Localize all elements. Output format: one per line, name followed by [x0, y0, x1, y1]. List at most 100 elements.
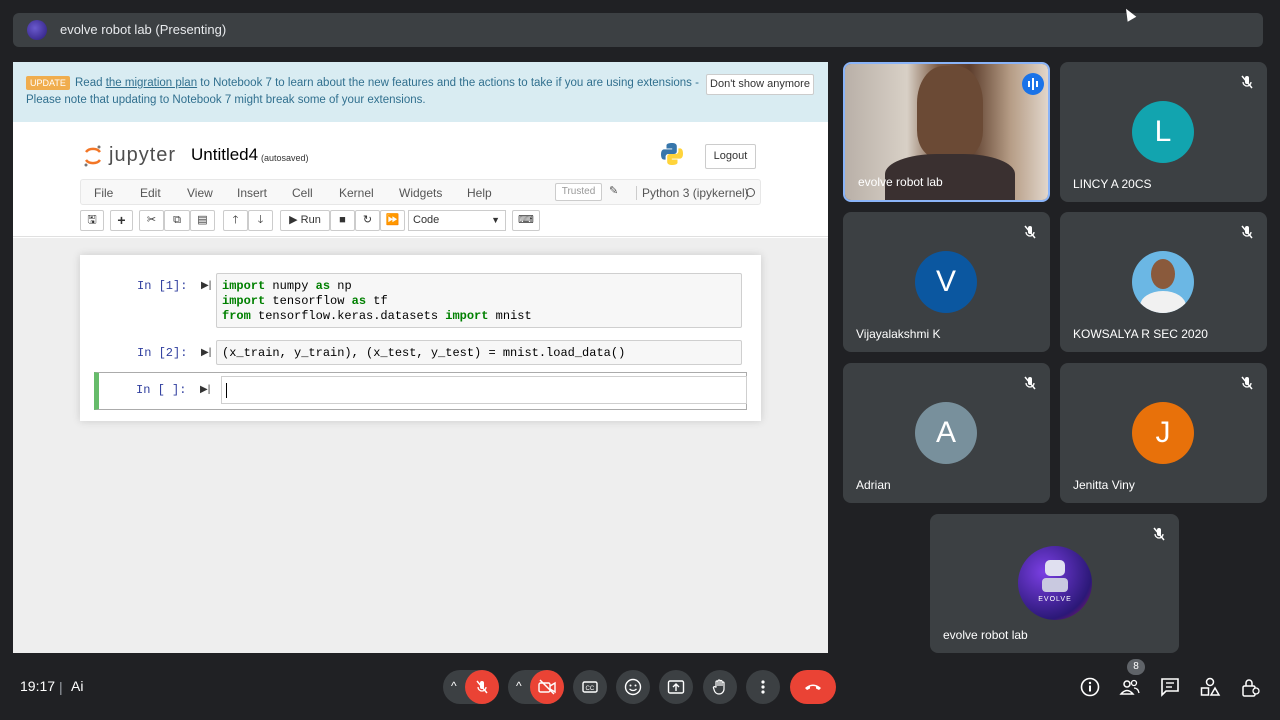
move-up-icon[interactable]: 🡑 [223, 210, 248, 231]
reactions-button[interactable] [616, 670, 650, 704]
activities-icon[interactable] [1199, 676, 1221, 698]
banner-text-cont: to Notebook 7 to learn about the new fea… [197, 77, 699, 89]
notebook-title[interactable]: Untitled4 [191, 145, 258, 165]
code-cell-3[interactable] [221, 376, 747, 404]
tile-adrian[interactable]: A Adrian [843, 363, 1050, 503]
cell-prompt: In [ ]: [136, 383, 187, 397]
dont-show-button[interactable]: Don't show anymore [706, 74, 814, 95]
copy-icon[interactable]: ⧉ [164, 210, 190, 231]
active-cell[interactable]: In [ ]: ▶| [94, 372, 747, 410]
stop-icon[interactable]: ■ [330, 210, 355, 231]
avatar-photo [1132, 251, 1194, 313]
tile-kowsalya[interactable]: KOWSALYA R SEC 2020 [1060, 212, 1267, 352]
tile-lincy[interactable]: L LINCY A 20CS [1060, 62, 1267, 202]
cut-icon[interactable]: ✂ [139, 210, 164, 231]
trusted-indicator[interactable]: Trusted [555, 183, 602, 201]
cell-type-select[interactable]: Code ▼ [408, 210, 506, 231]
participant-name: Adrian [856, 478, 891, 492]
mic-off-icon [1153, 527, 1165, 541]
menu-bar: File Edit View Insert Cell Kernel Widget… [80, 179, 761, 205]
run-cell-icon[interactable]: ▶| [200, 384, 210, 395]
more-options-button[interactable] [746, 670, 780, 704]
leave-call-button[interactable] [790, 670, 836, 704]
code-keyword: import [222, 294, 266, 308]
people-button[interactable]: 8 [1119, 659, 1145, 698]
python-logo-icon [661, 143, 683, 165]
clock: 19:17 [20, 678, 56, 694]
camera-control[interactable]: ^ [508, 670, 564, 704]
paste-icon[interactable]: ▤ [190, 210, 215, 231]
tile-jenitta[interactable]: J Jenitta Viny [1060, 363, 1267, 503]
meeting-info-icon[interactable] [1079, 676, 1101, 698]
robot-head-icon [1045, 560, 1065, 576]
present-button[interactable] [659, 670, 693, 704]
evolve-logo: EVOLVE [1018, 546, 1092, 620]
menu-widgets[interactable]: Widgets [399, 186, 442, 200]
code-text: mnist [488, 309, 532, 323]
present-screen-icon [667, 680, 685, 694]
menu-cell[interactable]: Cell [292, 186, 313, 200]
menu-view[interactable]: View [187, 186, 213, 200]
insert-cell-icon[interactable]: + [110, 210, 133, 231]
tile-evolve-robot-lab-video[interactable]: evolve robot lab [843, 62, 1050, 202]
participant-name: evolve robot lab [943, 628, 1028, 642]
keyboard-icon[interactable]: ⌨ [512, 210, 540, 231]
chevron-up-icon[interactable]: ^ [451, 679, 457, 693]
host-controls-icon[interactable] [1239, 676, 1261, 698]
restart-icon[interactable]: ↻ [355, 210, 380, 231]
code-cell-1[interactable]: import numpy as np import tensorflow as … [216, 273, 742, 328]
microphone-control[interactable]: ^ [443, 670, 499, 704]
captions-icon: CC [582, 681, 598, 693]
code-text: tf [366, 294, 388, 308]
menu-help[interactable]: Help [467, 186, 492, 200]
banner-line-1: Read the migration plan to Notebook 7 to… [75, 77, 699, 89]
run-button[interactable]: ▶ Run [280, 210, 330, 231]
raise-hand-button[interactable] [703, 670, 737, 704]
chevron-down-icon: ▼ [491, 215, 500, 225]
menu-file[interactable]: File [94, 186, 113, 200]
jupyter-logo-text: jupyter [109, 144, 177, 166]
run-cell-icon[interactable]: ▶| [201, 280, 211, 291]
mic-off-button[interactable] [465, 670, 499, 704]
participant-name: Vijayalakshmi K [856, 327, 941, 341]
tile-vijayalakshmi[interactable]: V Vijayalakshmi K [843, 212, 1050, 352]
move-down-icon[interactable]: 🡓 [248, 210, 273, 231]
tile-evolve-robot-lab-self[interactable]: EVOLVE evolve robot lab [930, 514, 1179, 653]
participant-name: KOWSALYA R SEC 2020 [1073, 327, 1208, 341]
participant-name: evolve robot lab [858, 175, 943, 189]
menu-edit[interactable]: Edit [140, 186, 161, 200]
people-count-badge: 8 [1127, 659, 1145, 675]
migration-plan-link[interactable]: the migration plan [106, 77, 197, 89]
participant-name: Jenitta Viny [1073, 478, 1135, 492]
cell-prompt: In [1]: [137, 279, 188, 293]
chevron-up-icon[interactable]: ^ [516, 679, 522, 693]
pencil-icon[interactable]: ✎ [609, 184, 618, 197]
avatar: A [915, 402, 977, 464]
evolve-logo-text: EVOLVE [1038, 596, 1072, 603]
mic-off-icon [1241, 376, 1253, 390]
code-cell-2[interactable]: (x_train, y_train), (x_test, y_test) = m… [216, 340, 742, 365]
restart-run-all-icon[interactable]: ⏩ [380, 210, 405, 231]
more-vert-icon [761, 680, 765, 694]
run-cell-icon[interactable]: ▶| [201, 347, 211, 358]
captions-button[interactable]: CC [573, 670, 607, 704]
menu-kernel[interactable]: Kernel [339, 186, 374, 200]
camera-off-icon [538, 679, 556, 695]
cell-type-value: Code [413, 214, 440, 226]
mic-off-icon [1241, 225, 1253, 239]
run-label: Run [300, 214, 321, 226]
logout-button[interactable]: Logout [705, 144, 756, 169]
save-icon[interactable]: 🖫 [80, 210, 104, 231]
notebook-container: In [1]: ▶| import numpy as np import ten… [80, 255, 761, 421]
kernel-name[interactable]: Python 3 (ipykernel) [636, 186, 749, 200]
code-text: tensorflow [265, 294, 352, 308]
kernel-status-icon [746, 188, 755, 197]
menu-insert[interactable]: Insert [237, 186, 267, 200]
people-icon [1119, 679, 1140, 695]
hand-icon [712, 679, 725, 695]
code-keyword: as [351, 294, 367, 308]
speaking-indicator-icon [1022, 73, 1044, 95]
update-badge: UPDATE [26, 76, 70, 90]
camera-off-button[interactable] [530, 670, 564, 704]
chat-icon[interactable] [1159, 676, 1181, 698]
